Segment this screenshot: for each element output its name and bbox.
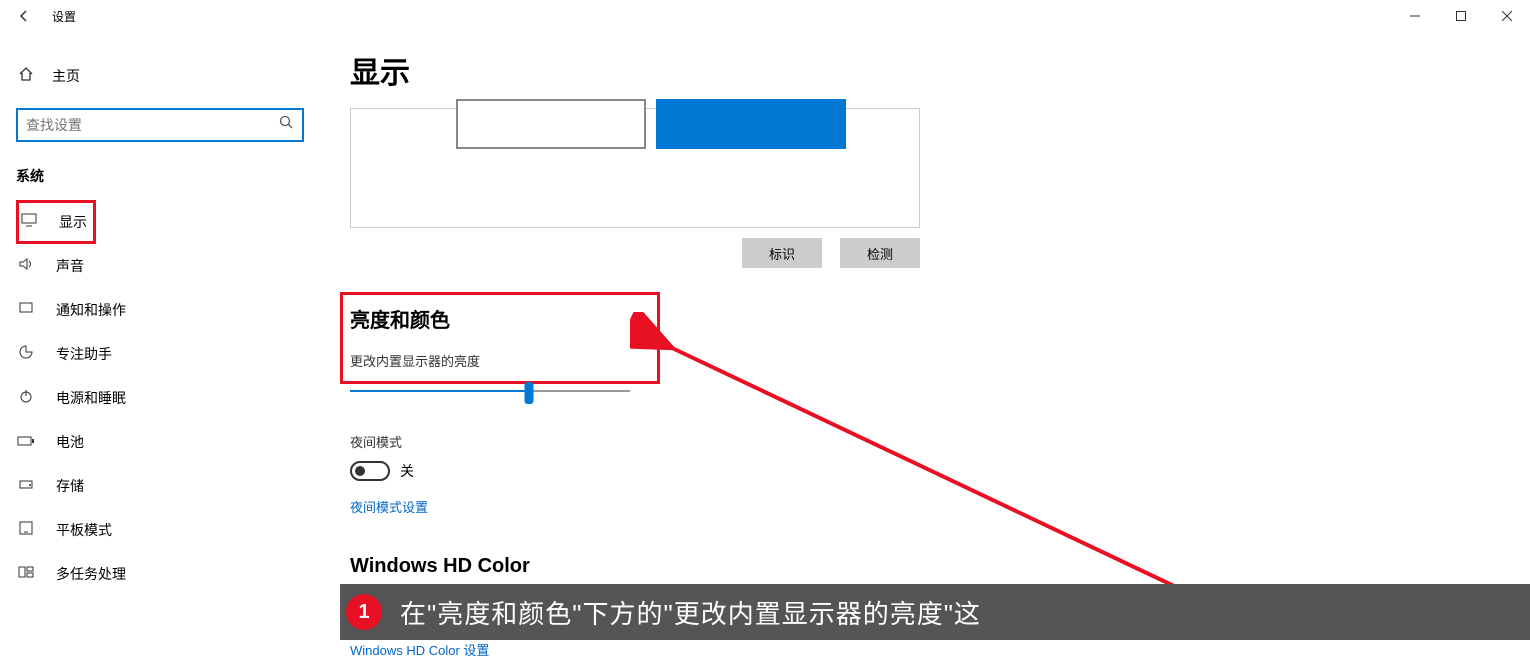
sidebar-item-label: 存储: [56, 476, 84, 496]
caption-text: 在"亮度和颜色"下方的"更改内置显示器的亮度"这: [400, 594, 981, 631]
sound-icon: [16, 257, 36, 275]
monitor-1[interactable]: [456, 99, 646, 149]
battery-icon: [16, 434, 36, 451]
sidebar-item-label: 专注助手: [56, 344, 112, 364]
identify-button[interactable]: 标识: [742, 238, 822, 268]
app-title: 设置: [52, 8, 76, 25]
sidebar-item-focus[interactable]: 专注助手: [16, 332, 304, 376]
caption-bar: 1 在"亮度和颜色"下方的"更改内置显示器的亮度"这: [340, 584, 1530, 640]
sidebar-item-label: 声音: [56, 256, 84, 276]
maximize-button[interactable]: [1438, 0, 1484, 32]
sidebar-item-label: 电源和睡眠: [56, 388, 126, 408]
brightness-section-title: 亮度和颜色: [350, 304, 1498, 333]
monitor-2[interactable]: [656, 99, 846, 149]
search-icon: [279, 115, 294, 135]
focus-icon: [16, 344, 36, 364]
display-icon: [19, 213, 39, 231]
search-input-wrap[interactable]: [16, 108, 304, 142]
sidebar-item-tablet[interactable]: 平板模式: [16, 508, 304, 552]
page-title: 显示: [350, 48, 1498, 92]
storage-icon: [16, 477, 36, 495]
sidebar-item-power[interactable]: 电源和睡眠: [16, 376, 304, 420]
notifications-icon: [16, 301, 36, 319]
minimize-button[interactable]: [1392, 0, 1438, 32]
display-arrangement-panel[interactable]: [350, 108, 920, 228]
sidebar-item-sound[interactable]: 声音: [16, 244, 304, 288]
sidebar-home-label: 主页: [52, 66, 80, 86]
sidebar-item-display[interactable]: 显示: [16, 200, 96, 244]
caption-badge: 1: [346, 594, 382, 630]
night-light-state: 关: [400, 461, 414, 481]
sidebar-item-label: 多任务处理: [56, 564, 126, 584]
close-button[interactable]: [1484, 0, 1530, 32]
sidebar: 主页 系统 显示 声音 通知和操作: [0, 32, 320, 640]
sidebar-item-multitask[interactable]: 多任务处理: [16, 552, 304, 596]
sidebar-group-label: 系统: [16, 166, 304, 186]
sidebar-item-notifications[interactable]: 通知和操作: [16, 288, 304, 332]
main-content: 显示 标识 检测 亮度和颜色 更改内置显示器的亮度 夜间模式 关 夜间模式设置: [320, 32, 1530, 640]
night-light-settings-link[interactable]: 夜间模式设置: [350, 497, 428, 516]
tablet-icon: [16, 521, 36, 539]
multitask-icon: [16, 565, 36, 583]
sidebar-home[interactable]: 主页: [16, 56, 304, 96]
night-light-label: 夜间模式: [350, 432, 1498, 451]
detect-button[interactable]: 检测: [840, 238, 920, 268]
back-button[interactable]: [8, 0, 40, 32]
sidebar-item-label: 平板模式: [56, 520, 112, 540]
hd-color-title: Windows HD Color: [350, 555, 1498, 578]
hd-color-link[interactable]: Windows HD Color 设置: [350, 640, 489, 659]
sidebar-item-battery[interactable]: 电池: [16, 420, 304, 464]
slider-thumb[interactable]: [525, 382, 534, 404]
brightness-slider[interactable]: [350, 380, 630, 404]
night-light-toggle[interactable]: [350, 461, 390, 481]
sidebar-item-label: 电池: [56, 432, 84, 452]
sidebar-item-storage[interactable]: 存储: [16, 464, 304, 508]
power-icon: [16, 388, 36, 408]
sidebar-item-label: 通知和操作: [56, 300, 126, 320]
search-input[interactable]: [26, 117, 279, 133]
sidebar-item-label: 显示: [59, 212, 87, 232]
home-icon: [16, 66, 36, 87]
brightness-label: 更改内置显示器的亮度: [350, 351, 1498, 370]
